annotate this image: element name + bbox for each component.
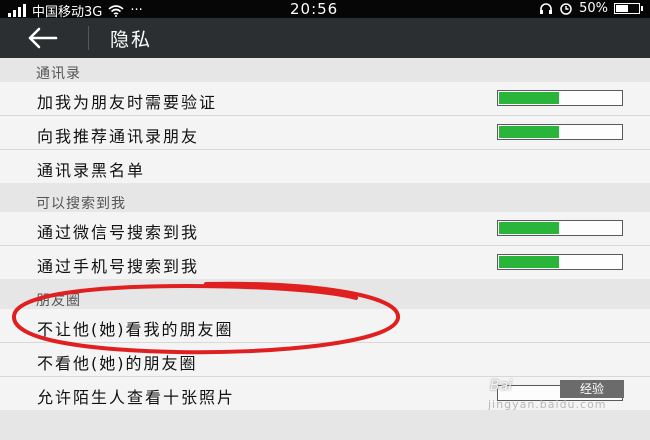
list-item[interactable]: 向我推荐通讯录朋友 bbox=[0, 116, 650, 150]
list-item[interactable]: 通讯录黑名单 bbox=[0, 150, 650, 183]
battery-icon bbox=[614, 3, 643, 14]
status-bar: 中国移动3G ··· 20:56 50% bbox=[0, 0, 650, 20]
row-label: 向我推荐通讯录朋友 bbox=[37, 127, 200, 146]
more-dots-icon: ··· bbox=[130, 3, 143, 18]
section-label-contacts: 通讯录 bbox=[36, 66, 81, 82]
section-label-moments: 朋友圈 bbox=[36, 293, 81, 309]
section-search: 通过微信号搜索到我 通过手机号搜索到我 bbox=[0, 212, 650, 279]
watermark-badge: 经验 bbox=[560, 380, 624, 398]
page-title: 隐私 bbox=[110, 29, 153, 51]
toggle-switch[interactable] bbox=[497, 254, 623, 270]
watermark-logo: Bai bbox=[490, 378, 513, 394]
wifi-icon bbox=[108, 4, 124, 17]
toggle-switch[interactable] bbox=[497, 90, 623, 106]
row-label: 通过微信号搜索到我 bbox=[37, 223, 200, 242]
row-label: 通过手机号搜索到我 bbox=[37, 257, 200, 276]
alarm-icon bbox=[560, 3, 572, 15]
watermark-url: jingyan.baidu.com bbox=[488, 398, 607, 411]
title-divider bbox=[88, 26, 89, 50]
row-label: 加我为朋友时需要验证 bbox=[37, 93, 218, 112]
toggle-switch[interactable] bbox=[497, 220, 623, 236]
section-label-search: 可以搜索到我 bbox=[36, 196, 126, 212]
back-arrow-icon[interactable] bbox=[26, 24, 66, 52]
list-item[interactable]: 不让他(她)看我的朋友圈 bbox=[0, 309, 650, 343]
status-time: 20:56 bbox=[290, 0, 339, 18]
list-item[interactable]: 通过微信号搜索到我 bbox=[0, 212, 650, 246]
list-item[interactable]: 通过手机号搜索到我 bbox=[0, 246, 650, 279]
headset-icon bbox=[540, 2, 553, 14]
signal-icon bbox=[8, 4, 26, 17]
row-label: 允许陌生人查看十张照片 bbox=[37, 388, 236, 407]
row-label: 不看他(她)的朋友圈 bbox=[37, 354, 198, 373]
row-label: 不让他(她)看我的朋友圈 bbox=[37, 320, 234, 339]
battery-percent: 50% bbox=[579, 1, 608, 16]
list-item[interactable]: 不看他(她)的朋友圈 bbox=[0, 343, 650, 377]
row-label: 通讯录黑名单 bbox=[37, 161, 146, 180]
section-contacts: 加我为朋友时需要验证 向我推荐通讯录朋友 通讯录黑名单 bbox=[0, 82, 650, 183]
title-bar: 隐私 bbox=[0, 18, 650, 58]
list-item[interactable]: 加我为朋友时需要验证 bbox=[0, 82, 650, 116]
toggle-switch[interactable] bbox=[497, 124, 623, 140]
section-moments: 不让他(她)看我的朋友圈 不看他(她)的朋友圈 允许陌生人查看十张照片 bbox=[0, 309, 650, 410]
